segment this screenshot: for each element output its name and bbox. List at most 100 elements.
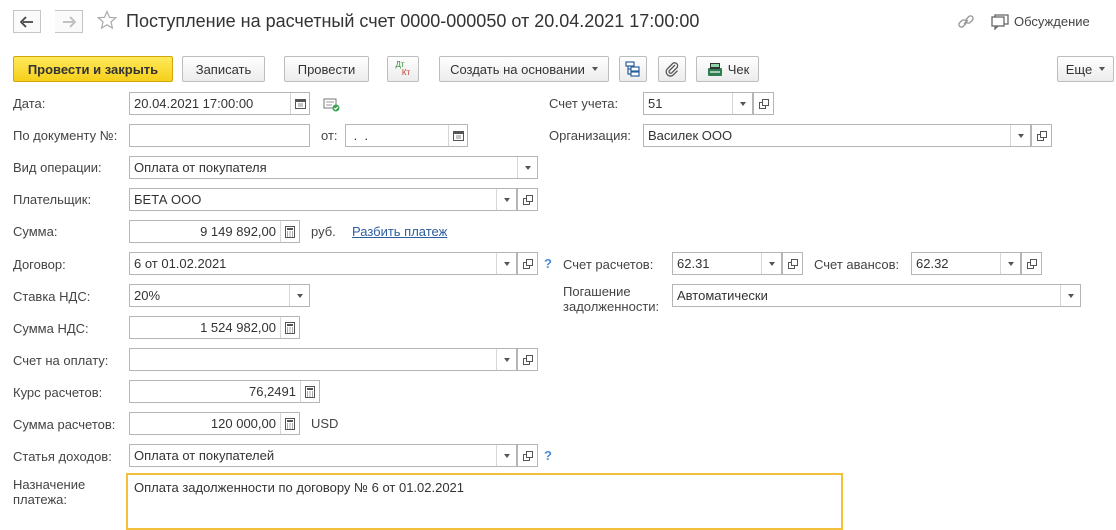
payer-select[interactable]: БЕТА ООО: [129, 188, 517, 211]
page-title: Поступление на расчетный счет 0000-00005…: [126, 11, 700, 31]
settlement-amount-value: 120 000,00: [210, 416, 276, 431]
chevron-down-icon[interactable]: [517, 157, 537, 178]
calculator-button[interactable]: [280, 413, 299, 434]
vat-amount-value: 1 524 982,00: [200, 320, 276, 335]
vat-rate-value: 20%: [134, 288, 161, 303]
create-based-on-button[interactable]: Создать на основании: [439, 56, 609, 82]
receipt-label: Чек: [727, 61, 750, 77]
debt-repayment-value: Автоматически: [677, 288, 768, 303]
income-item-open-button[interactable]: [517, 444, 538, 467]
account-open-button[interactable]: [753, 92, 774, 115]
income-item-help-icon[interactable]: ?: [544, 448, 552, 463]
chevron-down-icon[interactable]: [289, 285, 309, 306]
split-payment-link[interactable]: Разбить платеж: [352, 224, 447, 239]
calculator-button[interactable]: [280, 221, 299, 242]
advance-account-open-button[interactable]: [1021, 252, 1042, 275]
vat-rate-select[interactable]: 20%: [129, 284, 310, 307]
settlement-amount-label: Сумма расчетов:: [13, 417, 116, 432]
settlement-account-open-button[interactable]: [782, 252, 803, 275]
star-icon[interactable]: [97, 10, 117, 30]
amount-field[interactable]: 9 149 892,00: [129, 220, 300, 243]
organization-label: Организация:: [549, 128, 632, 143]
more-label: Еще: [1065, 61, 1093, 77]
organization-open-button[interactable]: [1031, 124, 1052, 147]
discussion-icon[interactable]: [991, 14, 1009, 30]
discussion-link[interactable]: Обсуждение: [1014, 14, 1090, 29]
operation-type-value: Оплата от покупателя: [134, 160, 267, 175]
chevron-down-icon[interactable]: [496, 445, 516, 466]
rate-label: Курс расчетов:: [13, 385, 103, 400]
chevron-down-icon: [1099, 67, 1106, 71]
settlement-currency: USD: [311, 416, 339, 431]
calendar-button[interactable]: [448, 125, 467, 146]
link-icon[interactable]: [957, 14, 975, 30]
receipt-button[interactable]: Чек: [696, 56, 759, 82]
settlement-account-select[interactable]: 62.31: [672, 252, 782, 275]
date-label: Дата:: [13, 96, 46, 111]
payer-value: БЕТА ООО: [134, 192, 202, 207]
chevron-down-icon[interactable]: [496, 189, 516, 210]
open-form-icon: [522, 354, 533, 365]
arrow-left-icon: [20, 15, 33, 28]
cash-register-icon: [707, 63, 722, 76]
chevron-down-icon[interactable]: [1000, 253, 1020, 274]
vat-rate-label: Ставка НДС:: [13, 289, 91, 304]
invoice-value: [130, 349, 496, 370]
debt-repayment-label-line1: Погашение: [563, 284, 631, 299]
attach-button[interactable]: [658, 56, 686, 82]
dt-kt-button[interactable]: Дт Кт: [387, 56, 419, 82]
open-form-icon: [1036, 130, 1047, 141]
contract-open-button[interactable]: [517, 252, 538, 275]
doc-number-field[interactable]: [129, 124, 310, 147]
organization-select[interactable]: Василек ООО: [643, 124, 1031, 147]
forward-button[interactable]: [55, 10, 83, 33]
rate-value: 76,2491: [249, 384, 296, 399]
calendar-button[interactable]: [290, 93, 309, 114]
open-form-icon: [787, 258, 798, 269]
back-button[interactable]: [13, 10, 41, 33]
contract-select[interactable]: 6 от 01.02.2021: [129, 252, 517, 275]
paperclip-icon: [665, 62, 679, 77]
save-button[interactable]: Записать: [182, 56, 265, 82]
open-form-icon: [758, 98, 769, 109]
date-field[interactable]: 20.04.2021 17:00:00: [129, 92, 310, 115]
calculator-button[interactable]: [300, 381, 319, 402]
document-check-icon[interactable]: [323, 96, 341, 112]
rate-field[interactable]: 76,2491: [129, 380, 320, 403]
settlement-account-label: Счет расчетов:: [563, 257, 654, 272]
more-button[interactable]: Еще: [1057, 56, 1114, 82]
advance-account-select[interactable]: 62.32: [911, 252, 1021, 275]
calendar-icon: [294, 99, 306, 109]
post-button[interactable]: Провести: [284, 56, 369, 82]
structure-button[interactable]: [619, 56, 647, 82]
operation-type-select[interactable]: Оплата от покупателя: [129, 156, 538, 179]
vat-amount-field[interactable]: 1 524 982,00: [129, 316, 300, 339]
calculator-button[interactable]: [280, 317, 299, 338]
calculator-icon: [285, 321, 295, 334]
chevron-down-icon[interactable]: [1010, 125, 1030, 146]
payment-purpose-textarea[interactable]: Оплата задолженности по договору № 6 от …: [126, 473, 843, 530]
invoice-open-button[interactable]: [517, 348, 538, 371]
amount-currency: руб.: [311, 224, 336, 239]
payer-open-button[interactable]: [517, 188, 538, 211]
account-select[interactable]: 51: [643, 92, 753, 115]
doc-number-label: По документу №:: [13, 128, 118, 143]
chevron-down-icon[interactable]: [496, 349, 516, 370]
invoice-select[interactable]: [129, 348, 517, 371]
amount-label: Сумма:: [13, 224, 58, 239]
settlement-amount-field[interactable]: 120 000,00: [129, 412, 300, 435]
income-item-select[interactable]: Оплата от покупателей: [129, 444, 517, 467]
organization-value: Василек ООО: [648, 128, 733, 143]
chevron-down-icon[interactable]: [496, 253, 516, 274]
post-and-close-button[interactable]: Провести и закрыть: [13, 56, 173, 82]
contract-help-icon[interactable]: ?: [544, 256, 552, 271]
chevron-down-icon[interactable]: [761, 253, 781, 274]
chevron-down-icon[interactable]: [1060, 285, 1080, 306]
chevron-down-icon[interactable]: [732, 93, 752, 114]
doc-date-field[interactable]: . .: [345, 124, 468, 147]
debt-repayment-select[interactable]: Автоматически: [672, 284, 1081, 307]
open-form-icon: [522, 450, 533, 461]
open-form-icon: [522, 258, 533, 269]
doc-date-value: . .: [350, 128, 369, 143]
contract-label: Договор:: [13, 257, 66, 272]
